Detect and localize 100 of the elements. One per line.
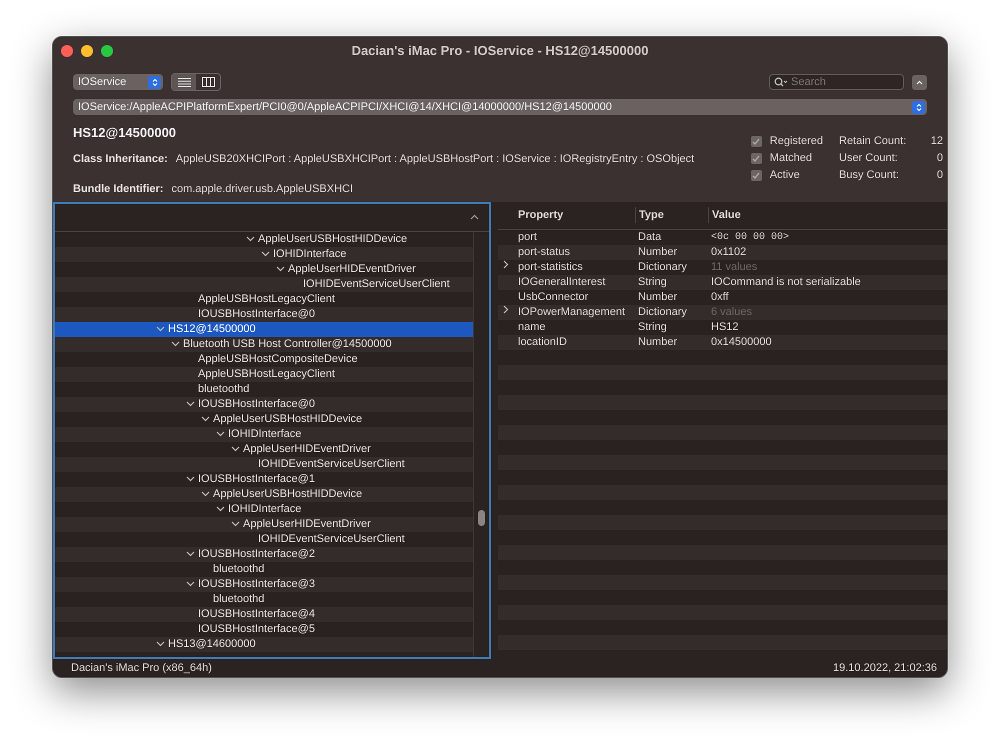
close-button[interactable] — [61, 45, 73, 57]
property-name: name — [518, 320, 546, 332]
chevron-down-icon[interactable] — [186, 551, 195, 557]
chevron-right-icon[interactable] — [503, 260, 509, 268]
tree-row[interactable]: Bluetooth USB Host Controller@14500000 — [55, 336, 473, 352]
node-label: IOHIDEventServiceUserClient — [258, 532, 405, 546]
node-label: AppleUSBHostCompositeDevice — [198, 352, 358, 366]
property-value: 0xff — [711, 290, 729, 302]
property-value: 6 values — [711, 306, 752, 318]
property-value: 0x1102 — [711, 246, 746, 258]
sort-ascending-icon[interactable] — [470, 214, 479, 220]
tree-row[interactable]: IOHIDInterface — [55, 246, 473, 262]
path-dropdown[interactable]: IOService:/AppleACPIPlatformExpert/PCI0@0/AppleACPIPCI/XHCI@14/XHCI@14000000/HS12@14500000 — [73, 99, 927, 115]
bundle-value: com.apple.driver.usb.AppleUSBXHCI — [171, 182, 354, 197]
node-label: IOHIDInterface — [228, 426, 302, 442]
node-label: bluetoothd — [213, 592, 264, 606]
tree-row[interactable]: HS13@14600000 — [55, 636, 473, 652]
node-label: HS12@14500000 — [168, 322, 256, 336]
node-label: IOUSBHostInterface@5 — [198, 622, 315, 636]
bundle-label: Bundle Identifier: — [73, 182, 164, 197]
node-label: HS13@14600000 — [168, 636, 256, 652]
plane-dropdown[interactable]: IOService — [73, 74, 163, 90]
property-value: HS12 — [711, 320, 739, 332]
property-name: port — [518, 230, 537, 242]
machine-name: Dacian's iMac Pro (x86_64h) — [71, 660, 212, 676]
node-label: AppleUSBHostLegacyClient — [198, 292, 335, 306]
tree-row[interactable]: HS12@14500000 — [55, 322, 473, 336]
node-label: bluetoothd — [198, 382, 250, 396]
node-label: IOUSBHostInterface@4 — [198, 606, 315, 622]
zoom-button[interactable] — [101, 45, 113, 57]
node-label: IOHIDInterface — [273, 246, 346, 262]
count-label: Retain Count: — [839, 134, 906, 149]
tree-row[interactable]: IOHIDEventServiceUserClient — [55, 456, 473, 472]
columns-icon — [202, 77, 214, 87]
chevron-up-icon — [916, 80, 923, 84]
checkbox-label: Active — [770, 168, 800, 184]
node-label: AppleUserUSBHostHIDDevice — [258, 232, 408, 246]
tree-row[interactable]: IOUSBHostInterface@5 — [55, 622, 473, 636]
node-label: AppleUserHIDEventDriver — [243, 516, 371, 532]
property-type: String — [638, 320, 667, 332]
column-header[interactable]: Value — [712, 208, 741, 221]
count-value: 0 — [936, 168, 943, 183]
node-label: IOUSBHostInterface@0 — [198, 306, 315, 322]
tree-row[interactable]: IOUSBHostInterface@1 — [55, 472, 473, 486]
checkbox-label: Matched — [770, 151, 812, 166]
property-value: 11 values — [711, 260, 758, 272]
scrollbar[interactable] — [473, 232, 489, 657]
node-label: AppleUserHIDEventDriver — [243, 442, 371, 456]
collapse-button[interactable] — [912, 74, 927, 90]
tree-row[interactable]: IOUSBHostInterface@4 — [55, 606, 473, 622]
node-label: bluetoothd — [213, 562, 264, 576]
chevron-right-icon[interactable] — [503, 304, 509, 314]
property-value: IOCommand is not serializable — [711, 276, 861, 288]
stepper-icon — [912, 100, 925, 114]
count-label: Busy Count: — [839, 168, 899, 183]
node-label: IOUSBHostInterface@3 — [198, 576, 315, 592]
tree-row[interactable]: IOHIDInterface — [55, 426, 473, 442]
node-label: IOHIDInterface — [228, 502, 302, 516]
count-value: 12 — [930, 134, 943, 149]
tree-row[interactable]: IOUSBHostInterface@2 — [55, 546, 473, 562]
property-name: locationID — [518, 336, 567, 348]
tree-row[interactable]: AppleUSBHostCompositeDevice — [55, 352, 473, 366]
tree-row[interactable]: AppleUserHIDEventDriver — [55, 516, 473, 532]
tree-row[interactable]: IOUSBHostInterface@0 — [55, 396, 473, 412]
property-name: IOGeneralInterest — [518, 276, 606, 288]
checkbox-label: Registered — [770, 134, 823, 150]
column-header[interactable]: Property — [518, 208, 564, 221]
window-title: Dacian's iMac Pro - IOService - HS12@14500000 — [352, 43, 648, 58]
chevron-down-icon[interactable] — [186, 581, 195, 587]
tree-row[interactable]: IOUSBHostInterface@3 — [55, 576, 473, 592]
object-name: HS12@14500000 — [73, 124, 178, 142]
node-label: IOHIDEventServiceUserClient — [303, 276, 450, 292]
minimize-button[interactable] — [81, 45, 93, 57]
tree-row[interactable]: AppleUserUSBHostHIDDevice — [55, 232, 473, 246]
tree-row[interactable]: AppleUserHIDEventDriver — [55, 262, 473, 276]
list-view-button[interactable] — [172, 74, 196, 90]
count-label: User Count: — [839, 151, 898, 166]
node-label: AppleUserUSBHostHIDDevice — [213, 412, 362, 426]
tree-row[interactable]: AppleUserHIDEventDriver — [55, 442, 473, 456]
tree-row[interactable]: AppleUSBHostLegacyClient — [55, 366, 473, 382]
node-label: Bluetooth USB Host Controller@14500000 — [183, 336, 392, 352]
timestamp: 19.10.2022, 21:02:36 — [833, 660, 937, 676]
tree-row[interactable]: AppleUserUSBHostHIDDevice — [55, 412, 473, 426]
node-label: IOHIDEventServiceUserClient — [258, 456, 405, 472]
property-type: Data — [638, 230, 662, 242]
tree-row[interactable]: IOUSBHostInterface@0 — [55, 306, 473, 322]
property-type: Number — [638, 290, 678, 302]
class-value: AppleUSB20XHCIPort : AppleUSBXHCIPort : AppleUSBHostPort : IOService : IORegistryEntry : OSObject — [176, 152, 694, 166]
property-name: port-statistics — [518, 260, 583, 272]
tree-row[interactable]: AppleUSBHostLegacyClient — [55, 292, 473, 306]
tree-row[interactable]: IOHIDEventServiceUserClient — [55, 276, 473, 292]
chevron-down-icon[interactable] — [156, 641, 165, 647]
property-name: UsbConnector — [518, 290, 588, 302]
search-field[interactable]: Search — [769, 74, 904, 90]
property-name: port-status — [518, 246, 570, 258]
column-header[interactable]: Type — [639, 208, 664, 221]
search-input[interactable]: Search — [791, 74, 891, 90]
tree-row[interactable]: AppleUserUSBHostHIDDevice — [55, 486, 473, 502]
list-icon — [178, 78, 190, 86]
search-icon — [774, 77, 788, 87]
